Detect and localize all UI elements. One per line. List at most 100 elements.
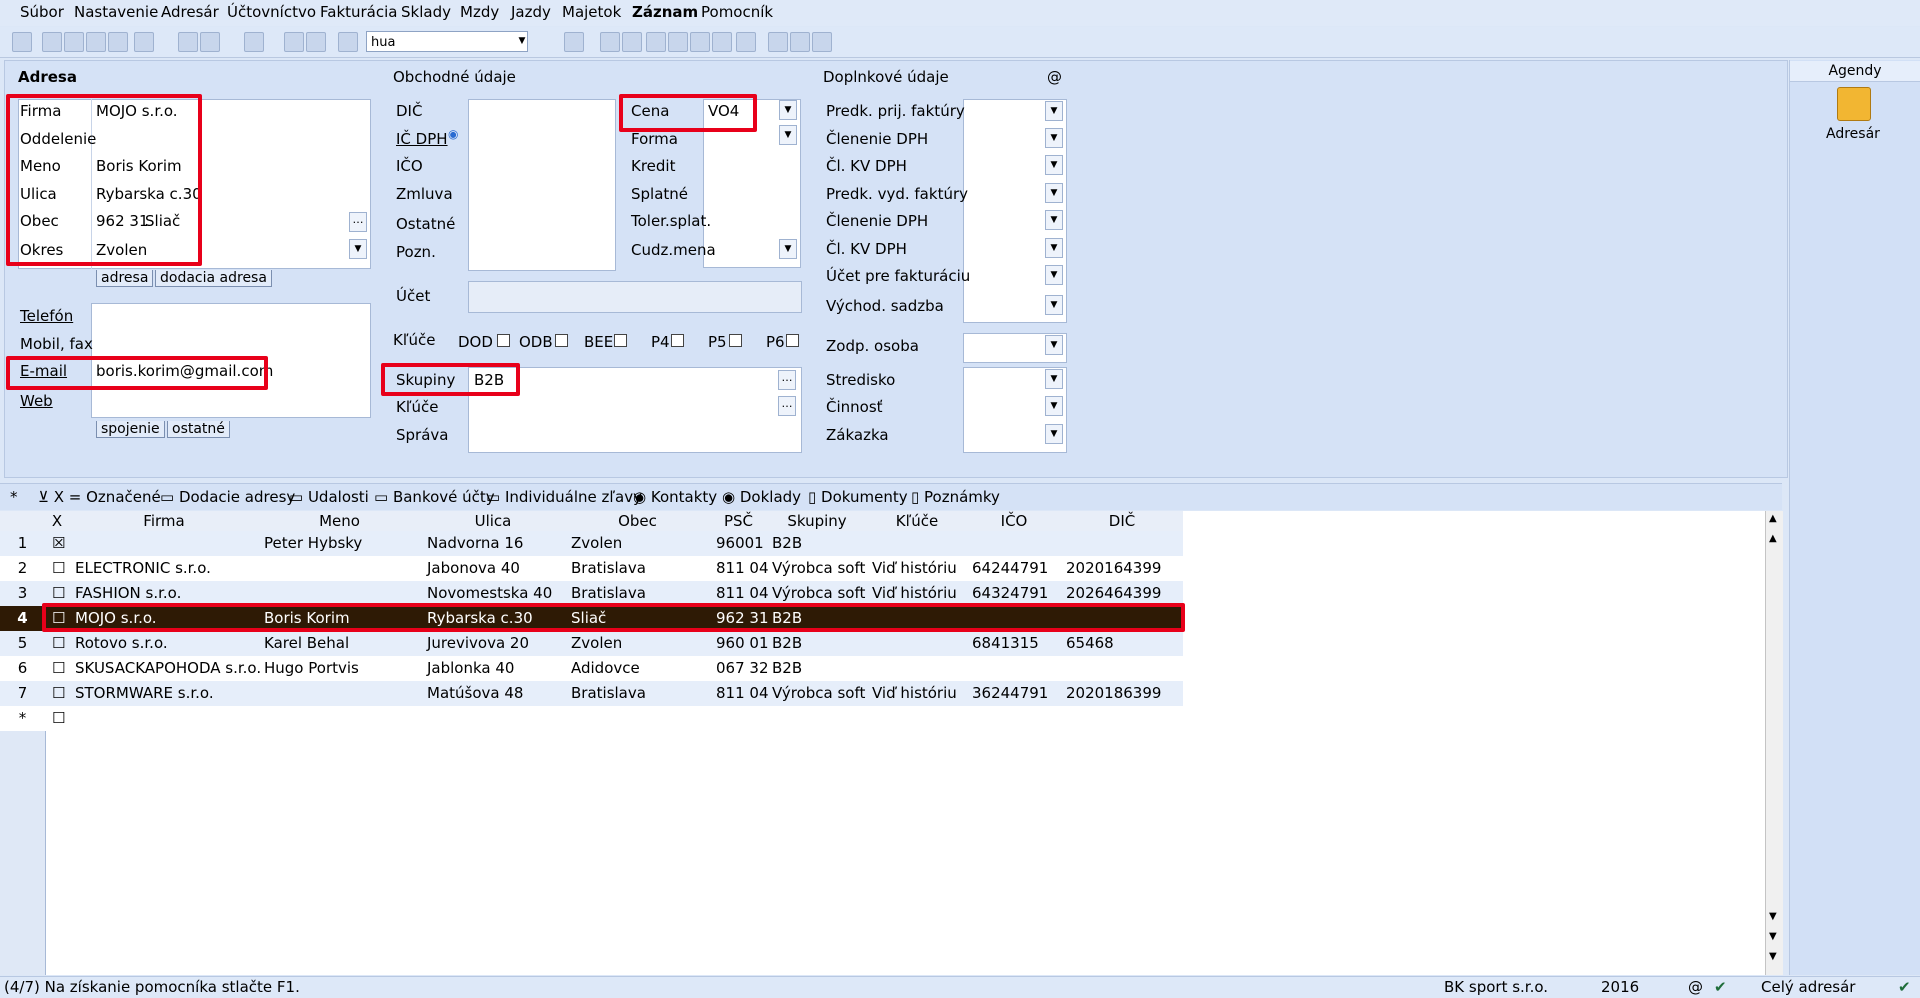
- copy-icon[interactable]: [338, 32, 358, 52]
- row-number[interactable]: 1: [0, 534, 45, 552]
- status-at[interactable]: @: [1688, 978, 1703, 996]
- chevron-down-icon[interactable]: ▼: [1045, 396, 1063, 416]
- chevron-down-icon[interactable]: ▼: [1045, 155, 1063, 175]
- table-row[interactable]: * ☐: [0, 706, 1183, 731]
- list-icon[interactable]: [768, 32, 788, 52]
- row-checkbox[interactable]: ☐: [52, 634, 65, 652]
- row-checkbox[interactable]: ☐: [52, 584, 65, 602]
- scroll-down-icon[interactable]: ▼: [1769, 911, 1777, 922]
- tab-all[interactable]: *: [10, 488, 18, 506]
- tab-kontakty[interactable]: ◉ Kontakty: [633, 488, 717, 506]
- toolbar-search-input[interactable]: hua: [366, 31, 528, 52]
- col-dic[interactable]: DIČ: [1061, 512, 1183, 530]
- row-checkbox[interactable]: ☐: [52, 709, 65, 727]
- web-icon[interactable]: [622, 32, 642, 52]
- window-icon[interactable]: [790, 32, 810, 52]
- tab-doklady[interactable]: ◉ Doklady: [722, 488, 801, 506]
- col-skupiny[interactable]: Skupiny: [767, 512, 867, 530]
- status-year[interactable]: 2016: [1601, 978, 1639, 996]
- print-menu-icon[interactable]: [134, 32, 154, 52]
- status-company[interactable]: BK sport s.r.o.: [1444, 978, 1548, 996]
- menu-subor[interactable]: Súbor: [20, 3, 64, 21]
- cancel-icon[interactable]: [306, 32, 326, 52]
- chevron-down-icon[interactable]: ▼: [779, 100, 797, 120]
- ok-icon[interactable]: ✔: [1898, 978, 1911, 996]
- chevron-down-icon[interactable]: ▼: [1045, 238, 1063, 258]
- tab-dokumenty[interactable]: ▯ Dokumenty: [808, 488, 908, 506]
- menu-fakturacia[interactable]: Fakturácia: [320, 3, 397, 21]
- back-icon[interactable]: [244, 32, 264, 52]
- edit-icon[interactable]: [200, 32, 220, 52]
- row-number[interactable]: *: [0, 709, 45, 727]
- menu-nastavenie[interactable]: Nastavenie: [74, 3, 158, 21]
- vertical-scrollbar[interactable]: ▲ ▲ ▼ ▼ ▼: [1765, 511, 1783, 975]
- label-telefon[interactable]: Telefón: [20, 307, 73, 325]
- menu-zaznam[interactable]: Záznam: [632, 3, 698, 21]
- menu-jazdy[interactable]: Jazdy: [511, 3, 551, 21]
- row-number[interactable]: 5: [0, 634, 45, 652]
- table-row[interactable]: 6 ☐ SKUSACKAPOHODA s.r.o. Hugo Portvis Jablo…: [0, 656, 1183, 681]
- key-p5-checkbox[interactable]: [729, 334, 742, 347]
- label-ic-dph[interactable]: IČ DPH: [396, 130, 448, 148]
- chevron-down-icon[interactable]: ▼: [349, 239, 367, 259]
- chevron-down-icon[interactable]: ▼: [1045, 424, 1063, 444]
- print-icon[interactable]: [64, 32, 84, 52]
- tab-ostatne[interactable]: ostatné: [167, 421, 230, 438]
- menu-uctovnictvo[interactable]: Účtovníctvo: [227, 3, 316, 21]
- tab-dodacie-adresy[interactable]: ▭ Dodacie adresy: [160, 488, 295, 506]
- tool-icon[interactable]: [12, 32, 32, 52]
- row-checkbox[interactable]: ☐: [52, 559, 65, 577]
- row-number[interactable]: 3: [0, 584, 45, 602]
- ucet-field[interactable]: [468, 281, 802, 313]
- table-row[interactable]: 2 ☐ ELECTRONIC s.r.o. Jabonova 40 Bratislava…: [0, 556, 1183, 581]
- menu-majetok[interactable]: Majetok: [562, 3, 621, 21]
- chevron-down-icon[interactable]: ▼: [779, 125, 797, 145]
- col-firma[interactable]: Firma: [70, 512, 258, 530]
- chevron-down-icon[interactable]: ▼: [517, 32, 527, 51]
- row-number[interactable]: 7: [0, 684, 45, 702]
- chevron-down-icon[interactable]: ▼: [1045, 265, 1063, 285]
- col-obec[interactable]: Obec: [565, 512, 710, 530]
- key-p4-checkbox[interactable]: [671, 334, 684, 347]
- tab-udalosti[interactable]: ▭ Udalosti: [289, 488, 369, 506]
- row-number[interactable]: 4: [0, 609, 45, 627]
- tab-dodacia-adresa[interactable]: dodacia adresa: [155, 270, 272, 287]
- key-odb-checkbox[interactable]: [555, 334, 568, 347]
- users-icon[interactable]: [690, 32, 710, 52]
- menu-pomocnik[interactable]: Pomocník: [701, 3, 773, 21]
- row-checkbox[interactable]: ☐: [52, 659, 65, 677]
- bank-icon[interactable]: [712, 32, 732, 52]
- chevron-down-icon[interactable]: ▼: [1045, 183, 1063, 203]
- menu-adresar[interactable]: Adresár: [161, 3, 219, 21]
- chevron-down-icon[interactable]: ▼: [1045, 210, 1063, 230]
- tab-bankove-ucty[interactable]: ▭ Bankové účty: [374, 488, 495, 506]
- col-psc[interactable]: PSČ: [710, 512, 767, 530]
- col-ico[interactable]: IČO: [967, 512, 1061, 530]
- tab-poznamky[interactable]: ▯ Poznámky: [911, 488, 1000, 506]
- preview-icon[interactable]: [86, 32, 106, 52]
- chevron-down-icon[interactable]: ▼: [1045, 335, 1063, 355]
- tab-spojenie[interactable]: spojenie: [96, 421, 165, 438]
- refresh-icon[interactable]: [600, 32, 620, 52]
- scroll-bottom-icon[interactable]: ▼: [1769, 931, 1777, 942]
- at-icon[interactable]: @: [1047, 68, 1062, 86]
- table-icon[interactable]: [646, 32, 666, 52]
- chevron-down-icon[interactable]: ▼: [1045, 128, 1063, 148]
- agenda-item-adresar[interactable]: Adresár: [1826, 126, 1880, 142]
- row-checkbox[interactable]: ☐: [52, 684, 65, 702]
- tool-icon[interactable]: [42, 32, 62, 52]
- skupiny-lookup-button[interactable]: …: [778, 370, 796, 390]
- col-ulica[interactable]: Ulica: [421, 512, 565, 530]
- table-row[interactable]: 7 ☐ STORMWARE s.r.o. Matúšova 48 Bratislava 8…: [0, 681, 1183, 706]
- chevron-down-icon[interactable]: ▼: [1045, 369, 1063, 389]
- tools-icon[interactable]: [812, 32, 832, 52]
- table-row[interactable]: 1 ☒ Peter Hybsky Nadvorna 16 Zvolen 96001 B2B: [0, 531, 1183, 556]
- menu-mzdy[interactable]: Mzdy: [460, 3, 499, 21]
- scroll-end-icon[interactable]: ▼: [1769, 951, 1777, 962]
- col-kluce[interactable]: Kľúče: [867, 512, 967, 530]
- new-record-icon[interactable]: [178, 32, 198, 52]
- obec-lookup-button[interactable]: …: [349, 212, 367, 232]
- address-book-icon[interactable]: [1837, 87, 1871, 121]
- label-web[interactable]: Web: [20, 392, 53, 410]
- menu-sklady[interactable]: Sklady: [401, 3, 451, 21]
